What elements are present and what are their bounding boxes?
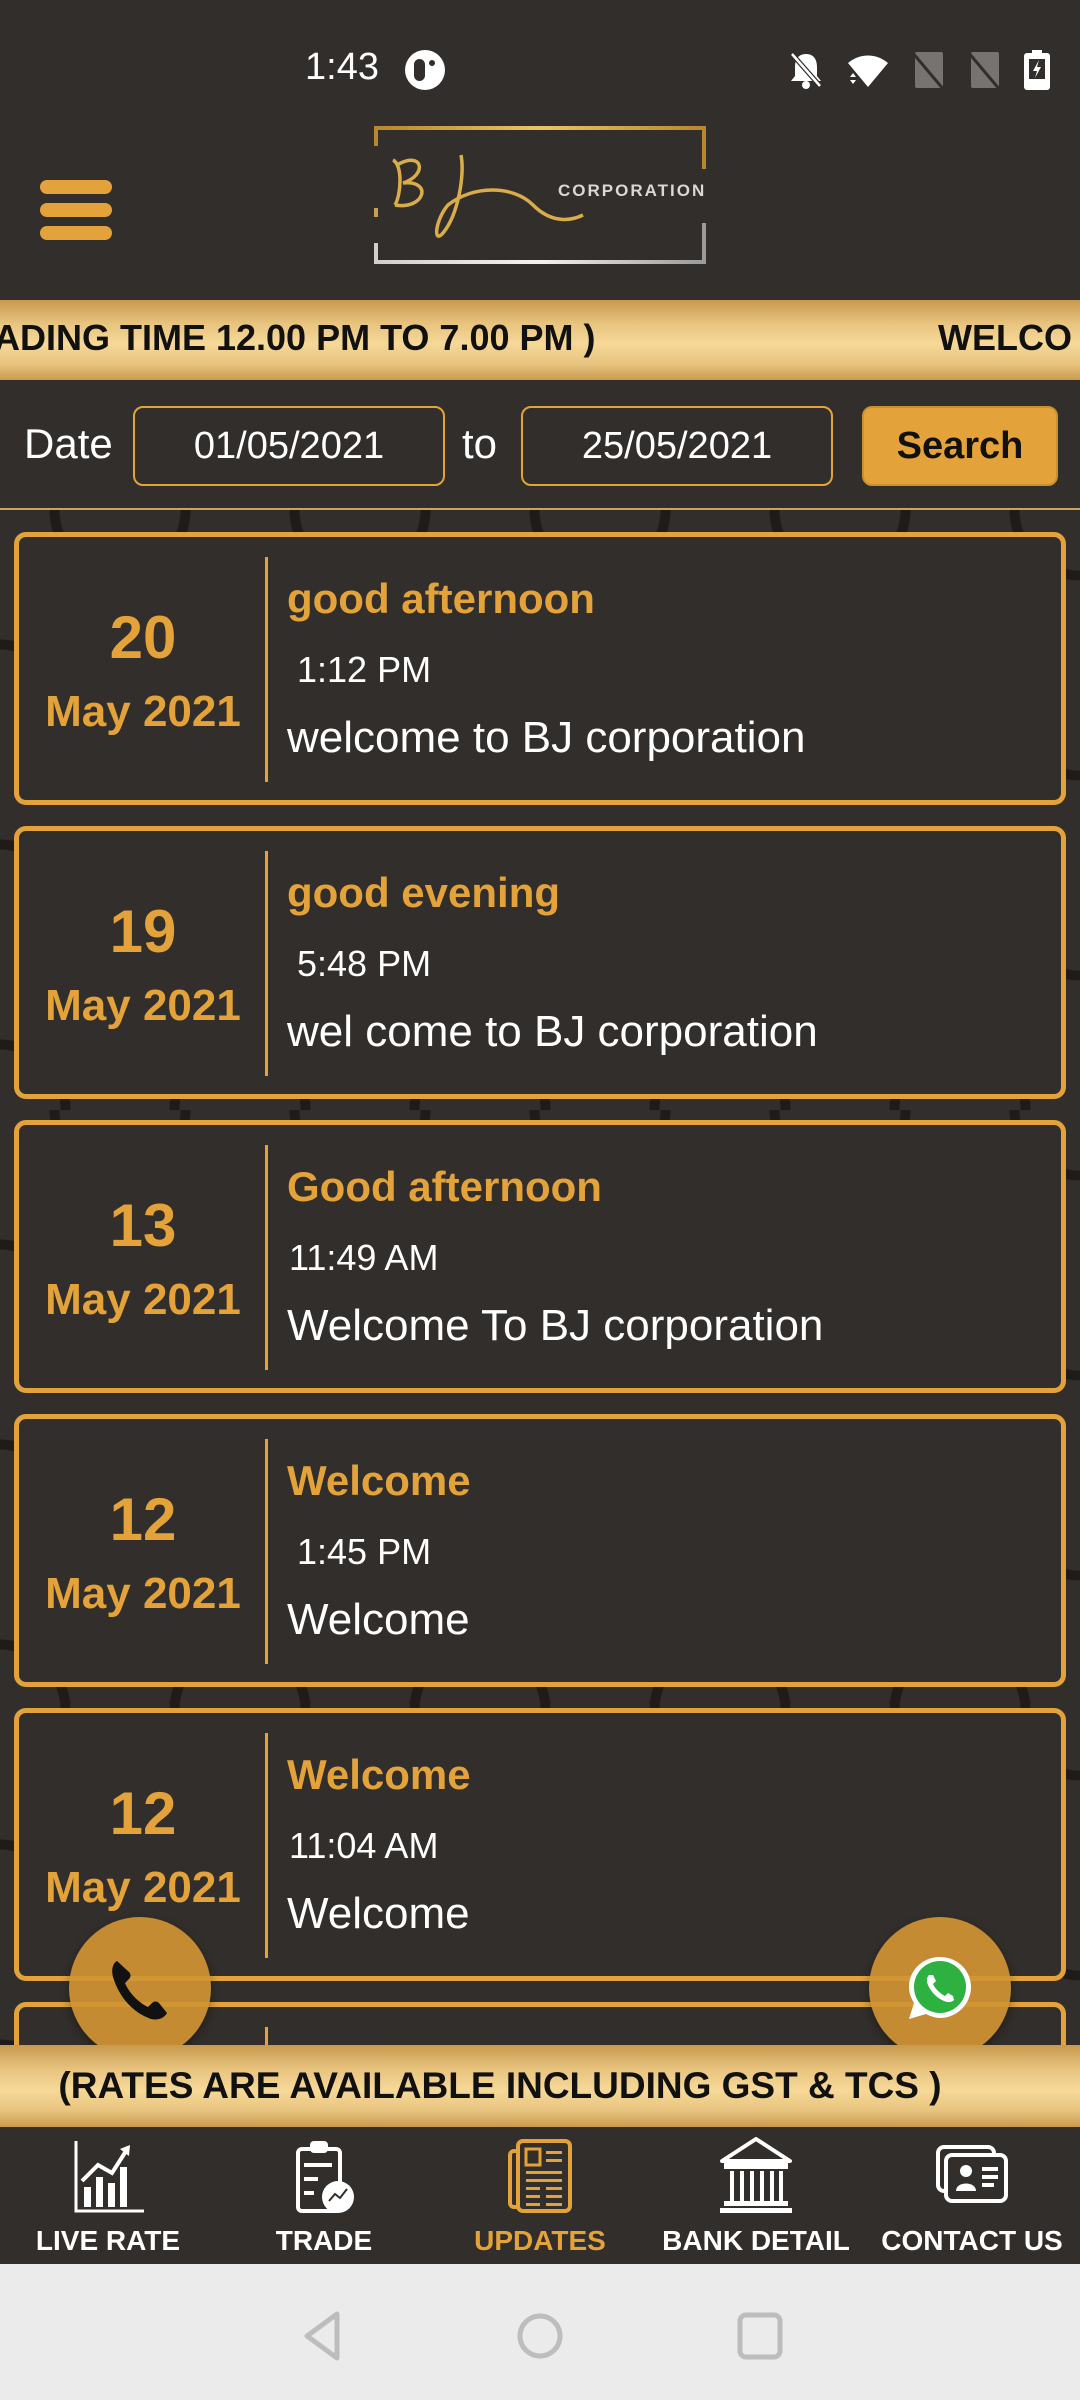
marquee-next-text: WELCO [938, 317, 1072, 358]
nav-item-contact-us[interactable]: CONTACT US [864, 2127, 1080, 2264]
card-divider [265, 1733, 268, 1958]
update-title: Welcome [287, 1457, 471, 1504]
update-month-year: May 2021 [45, 1275, 241, 1324]
update-time: 11:04 AM [289, 1825, 439, 1866]
announcement-marquee: ADING TIME 12.00 PM TO 7.00 PM ) WELCO [0, 300, 1080, 380]
update-card[interactable]: 13 May 2021 Good afternoon 11:49 AM Welc… [14, 1120, 1066, 1393]
chart-icon [74, 2141, 144, 2213]
whatsapp-button[interactable] [869, 1917, 1011, 2059]
update-day: 12 [109, 1486, 177, 1553]
marquee-text: ADING TIME 12.00 PM TO 7.00 PM ) [0, 317, 596, 358]
app-header: CORPORATION [0, 126, 1080, 300]
update-card[interactable]: 12 May 2021 Welcome 1:45 PM Welcome [14, 1414, 1066, 1687]
update-title: good afternoon [287, 575, 595, 622]
no-sim-icon [968, 51, 1002, 90]
nav-label: CONTACT US [881, 2225, 1063, 2256]
wifi-icon [848, 55, 888, 87]
update-time: 5:48 PM [297, 943, 432, 984]
home-icon[interactable] [510, 2306, 570, 2366]
update-month-year: May 2021 [45, 1569, 241, 1618]
update-message: Welcome To BJ corporation [287, 1301, 824, 1350]
nav-label: LIVE RATE [35, 2225, 181, 2256]
nav-item-bank-detail[interactable]: BANK DETAIL [648, 2127, 864, 2264]
logo-wordmark: CORPORATION [558, 181, 707, 200]
card-divider [265, 1439, 268, 1664]
no-sim-icon [912, 51, 946, 90]
update-time: 1:12 PM [297, 649, 432, 690]
to-date-field[interactable]: 25/05/2021 [521, 406, 833, 486]
update-day: 12 [109, 1780, 177, 1847]
update-day: 20 [109, 604, 177, 671]
contact-card-icon [936, 2145, 1008, 2203]
status-time: 1:43 [305, 46, 379, 88]
date-filter-bar: Date 01/05/2021 to 25/05/2021 Search [0, 380, 1080, 510]
card-divider [265, 1145, 268, 1370]
updates-list[interactable]: 20 May 2021 good afternoon 1:12 PM welco… [0, 510, 1080, 2045]
bank-icon [720, 2137, 792, 2213]
nav-item-live-rate[interactable]: LIVE RATE [0, 2127, 216, 2264]
recents-icon[interactable] [730, 2306, 790, 2366]
update-day: 19 [109, 898, 177, 965]
app-notification-icon [405, 50, 445, 90]
card-divider [265, 557, 268, 782]
update-month-year: May 2021 [45, 687, 241, 736]
card-divider [265, 2027, 268, 2045]
card-divider [265, 851, 268, 1076]
nav-item-trade[interactable]: TRADE [216, 2127, 432, 2264]
update-message: Welcome [287, 1889, 470, 1938]
call-button[interactable] [69, 1917, 211, 2059]
back-icon[interactable] [293, 2306, 353, 2366]
update-month-year: May 2021 [45, 1863, 241, 1912]
nav-label: TRADE [275, 2225, 373, 2256]
battery-charging-icon [1024, 50, 1050, 90]
whatsapp-icon [909, 1957, 971, 2019]
status-icons [788, 50, 1050, 90]
nav-label: BANK DETAIL [662, 2225, 850, 2256]
newspaper-icon [508, 2139, 572, 2213]
search-button[interactable]: Search [862, 406, 1058, 486]
system-navigation-bar [0, 2264, 1080, 2400]
bj-corporation-logo: CORPORATION [373, 125, 707, 265]
update-time: 1:45 PM [297, 1531, 432, 1572]
date-label: Date [24, 420, 113, 467]
phone-icon [112, 1961, 167, 2020]
rates-info-text: (RATES ARE AVAILABLE INCLUDING GST & TCS… [58, 2065, 942, 2106]
nav-label: UPDATES [474, 2225, 606, 2256]
clipboard-chart-icon [296, 2141, 354, 2213]
bell-off-icon [790, 52, 822, 89]
update-message: wel come to BJ corporation [287, 1007, 818, 1056]
nav-item-updates[interactable]: UPDATES [432, 2127, 648, 2264]
update-card[interactable]: 20 May 2021 good afternoon 1:12 PM welco… [14, 532, 1066, 805]
update-time: 11:49 AM [289, 1237, 439, 1278]
update-message: Welcome [287, 1595, 470, 1644]
update-month-year: May 2021 [45, 981, 241, 1030]
rates-info-band: (RATES ARE AVAILABLE INCLUDING GST & TCS… [0, 2045, 1080, 2127]
update-title: good evening [287, 869, 560, 916]
update-card[interactable]: 19 May 2021 good evening 5:48 PM wel com… [14, 826, 1066, 1099]
to-label: to [462, 420, 498, 467]
hamburger-menu-icon[interactable] [40, 180, 112, 240]
from-date-field[interactable]: 01/05/2021 [133, 406, 445, 486]
update-title: Good afternoon [287, 1163, 602, 1210]
bottom-navigation: LIVE RATE TRADE UPDATES BANK DETAIL CONT… [0, 2127, 1080, 2264]
update-message: welcome to BJ corporation [287, 713, 806, 762]
status-bar: 1:43 [0, 0, 1080, 130]
update-day: 13 [109, 1192, 177, 1259]
update-title: Welcome [287, 1751, 471, 1798]
